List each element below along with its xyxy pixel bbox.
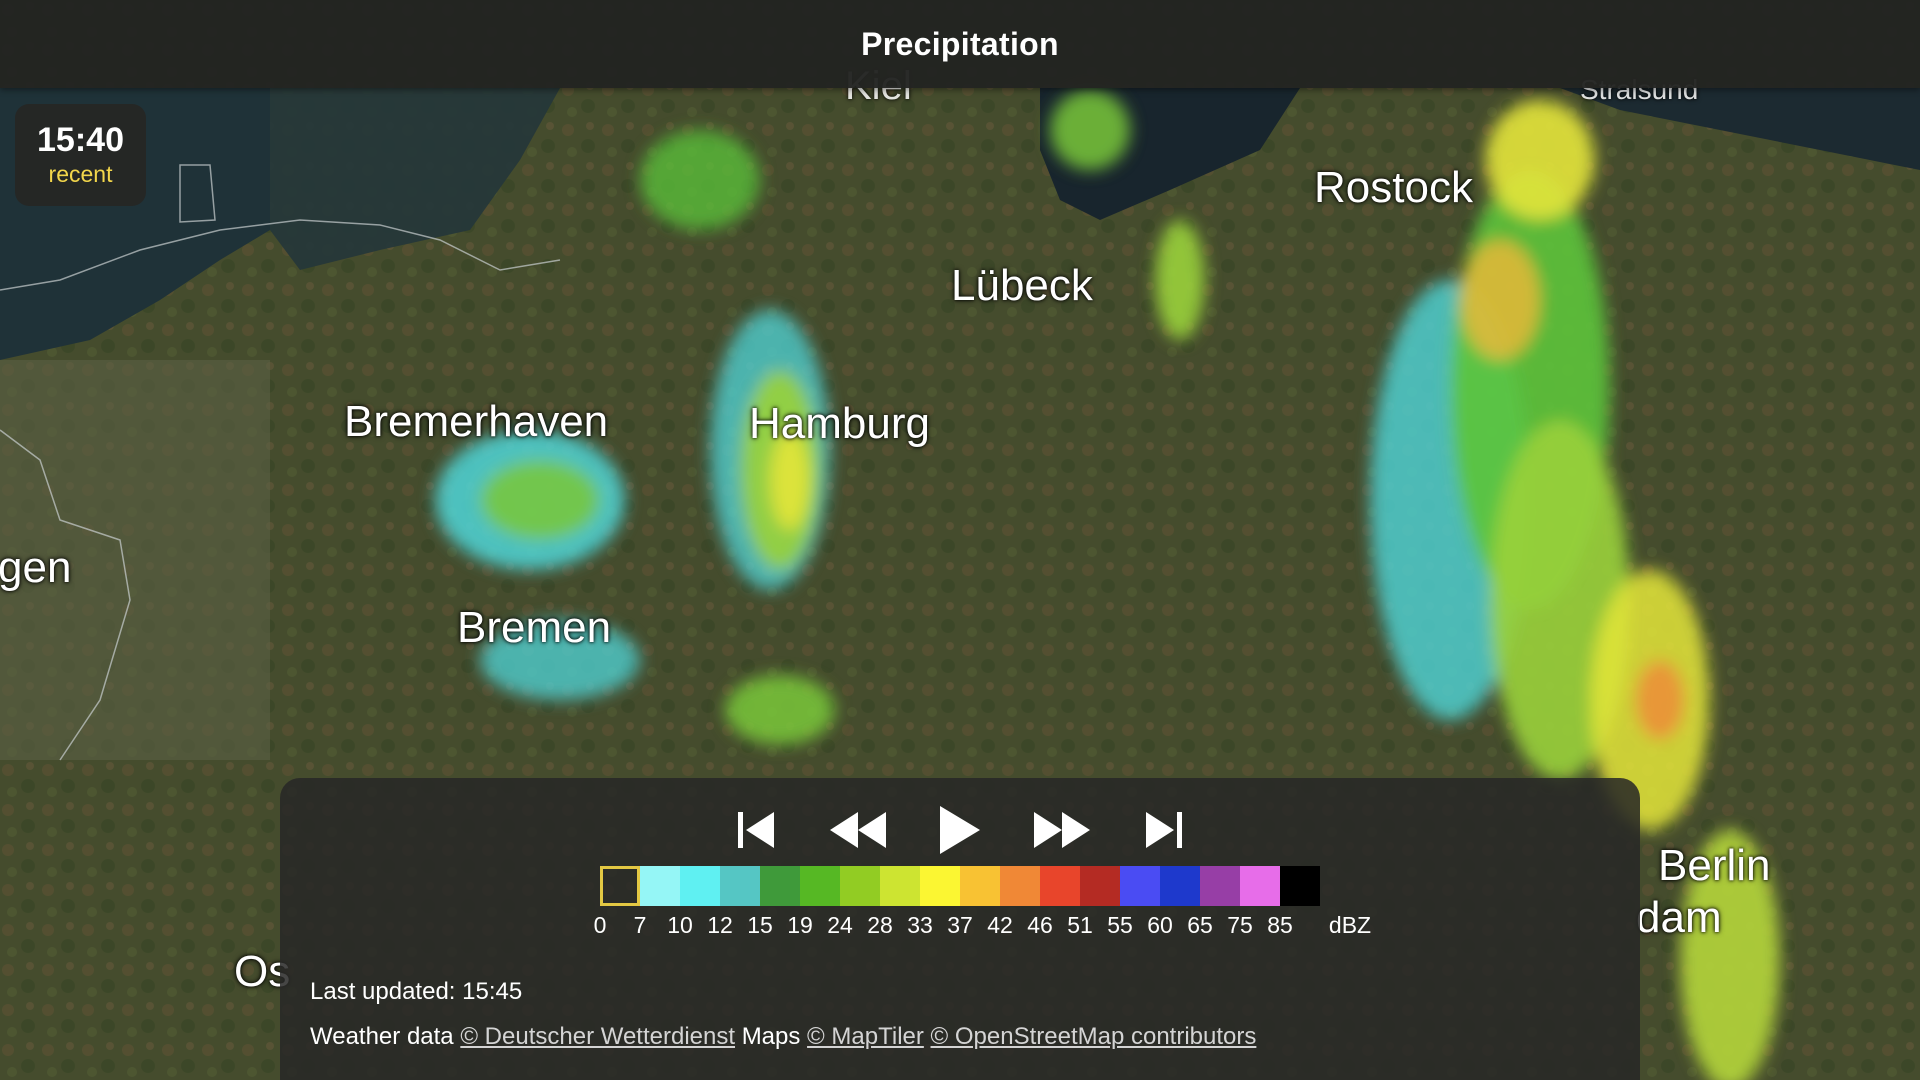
legend-labels: 0 7 10 12 15 19 24 28 33 37 42 46 51 55 60 65 75 85 dBZ bbox=[594, 912, 1371, 942]
rewind-button[interactable] bbox=[826, 798, 890, 862]
legend-swatch bbox=[800, 866, 840, 906]
legend-label: 7 bbox=[633, 912, 647, 938]
legend-label: 19 bbox=[787, 912, 813, 938]
legend-swatch bbox=[960, 866, 1000, 906]
legend-swatch bbox=[920, 866, 960, 906]
skip-to-end-icon bbox=[1146, 812, 1182, 848]
page-title: Precipitation bbox=[861, 25, 1059, 62]
playback-controls bbox=[280, 798, 1640, 862]
playback-panel: 0 7 10 12 15 19 24 28 33 37 42 46 51 55 60 65 75 85 dBZ La… bbox=[280, 778, 1640, 1080]
city-label-berlin: Berlin bbox=[1658, 841, 1771, 890]
city-label-dam: dam bbox=[1636, 893, 1722, 942]
attribution: Weather data © Deutscher Wetterdienst Ma… bbox=[310, 1023, 1256, 1051]
legend-swatch bbox=[1000, 866, 1040, 906]
legend-swatch bbox=[1240, 866, 1280, 906]
legend-label: 60 bbox=[1147, 912, 1173, 938]
city-label-lubeck: Lübeck bbox=[951, 261, 1093, 310]
legend-label: 65 bbox=[1187, 912, 1213, 938]
time-status: recent bbox=[48, 161, 113, 187]
time-value: 15:40 bbox=[37, 121, 124, 159]
skip-to-start-button[interactable] bbox=[724, 798, 788, 862]
legend-label: 51 bbox=[1067, 912, 1093, 938]
last-updated-text: Last updated: 15:45 bbox=[310, 978, 523, 1005]
legend-swatch bbox=[1080, 866, 1120, 906]
legend-swatch bbox=[640, 866, 680, 906]
legend-swatch bbox=[1120, 866, 1160, 906]
legend-label: 12 bbox=[707, 912, 733, 938]
city-label-bremerhaven: Bremerhaven bbox=[344, 397, 609, 446]
legend-label: 0 bbox=[593, 912, 607, 938]
rewind-icon bbox=[830, 812, 886, 848]
legend-label: 55 bbox=[1107, 912, 1133, 938]
legend-swatch bbox=[880, 866, 920, 906]
skip-to-end-button[interactable] bbox=[1132, 798, 1196, 862]
legend-color-bar bbox=[600, 866, 1360, 906]
maps-prefix: Maps bbox=[741, 1023, 801, 1050]
fast-forward-icon bbox=[1034, 812, 1090, 848]
legend-label: 37 bbox=[947, 912, 973, 938]
legend-label: 15 bbox=[747, 912, 773, 938]
legend-swatch bbox=[680, 866, 720, 906]
legend-swatch bbox=[840, 866, 880, 906]
dwd-link[interactable]: © Deutscher Wetterdienst bbox=[460, 1023, 735, 1050]
legend-label: dBZ bbox=[1328, 912, 1372, 938]
skip-to-start-icon bbox=[738, 812, 774, 848]
header-bar: Precipitation bbox=[0, 0, 1920, 88]
play-button[interactable] bbox=[928, 798, 992, 862]
legend-label: 46 bbox=[1027, 912, 1053, 938]
city-label-rostock: Rostock bbox=[1314, 163, 1473, 212]
legend-label: 28 bbox=[867, 912, 893, 938]
osm-link[interactable]: © OpenStreetMap contributors bbox=[931, 1023, 1257, 1050]
legend-swatch bbox=[1280, 866, 1320, 906]
legend-swatch bbox=[720, 866, 760, 906]
legend-swatch bbox=[1040, 866, 1080, 906]
play-icon bbox=[940, 806, 980, 854]
weather-data-prefix: Weather data bbox=[310, 1023, 454, 1050]
legend-label: 10 bbox=[667, 912, 693, 938]
legend-label: 85 bbox=[1267, 912, 1293, 938]
maptiler-link[interactable]: © MapTiler bbox=[807, 1023, 924, 1050]
legend-swatch bbox=[1200, 866, 1240, 906]
legend-swatch bbox=[1160, 866, 1200, 906]
legend-label: 42 bbox=[987, 912, 1013, 938]
legend-label: 75 bbox=[1227, 912, 1253, 938]
city-label-gen: gen bbox=[0, 543, 72, 592]
fast-forward-button[interactable] bbox=[1030, 798, 1094, 862]
city-label-hamburg: Hamburg bbox=[749, 399, 930, 448]
time-badge[interactable]: 15:40 recent bbox=[15, 104, 146, 206]
legend-label: 24 bbox=[827, 912, 853, 938]
legend-swatch bbox=[760, 866, 800, 906]
legend-swatch bbox=[600, 866, 640, 906]
city-label-bremen: Bremen bbox=[457, 603, 612, 652]
legend-label: 33 bbox=[907, 912, 933, 938]
dbz-legend: 0 7 10 12 15 19 24 28 33 37 42 46 51 55 60 65 75 85 dBZ bbox=[594, 866, 1371, 942]
